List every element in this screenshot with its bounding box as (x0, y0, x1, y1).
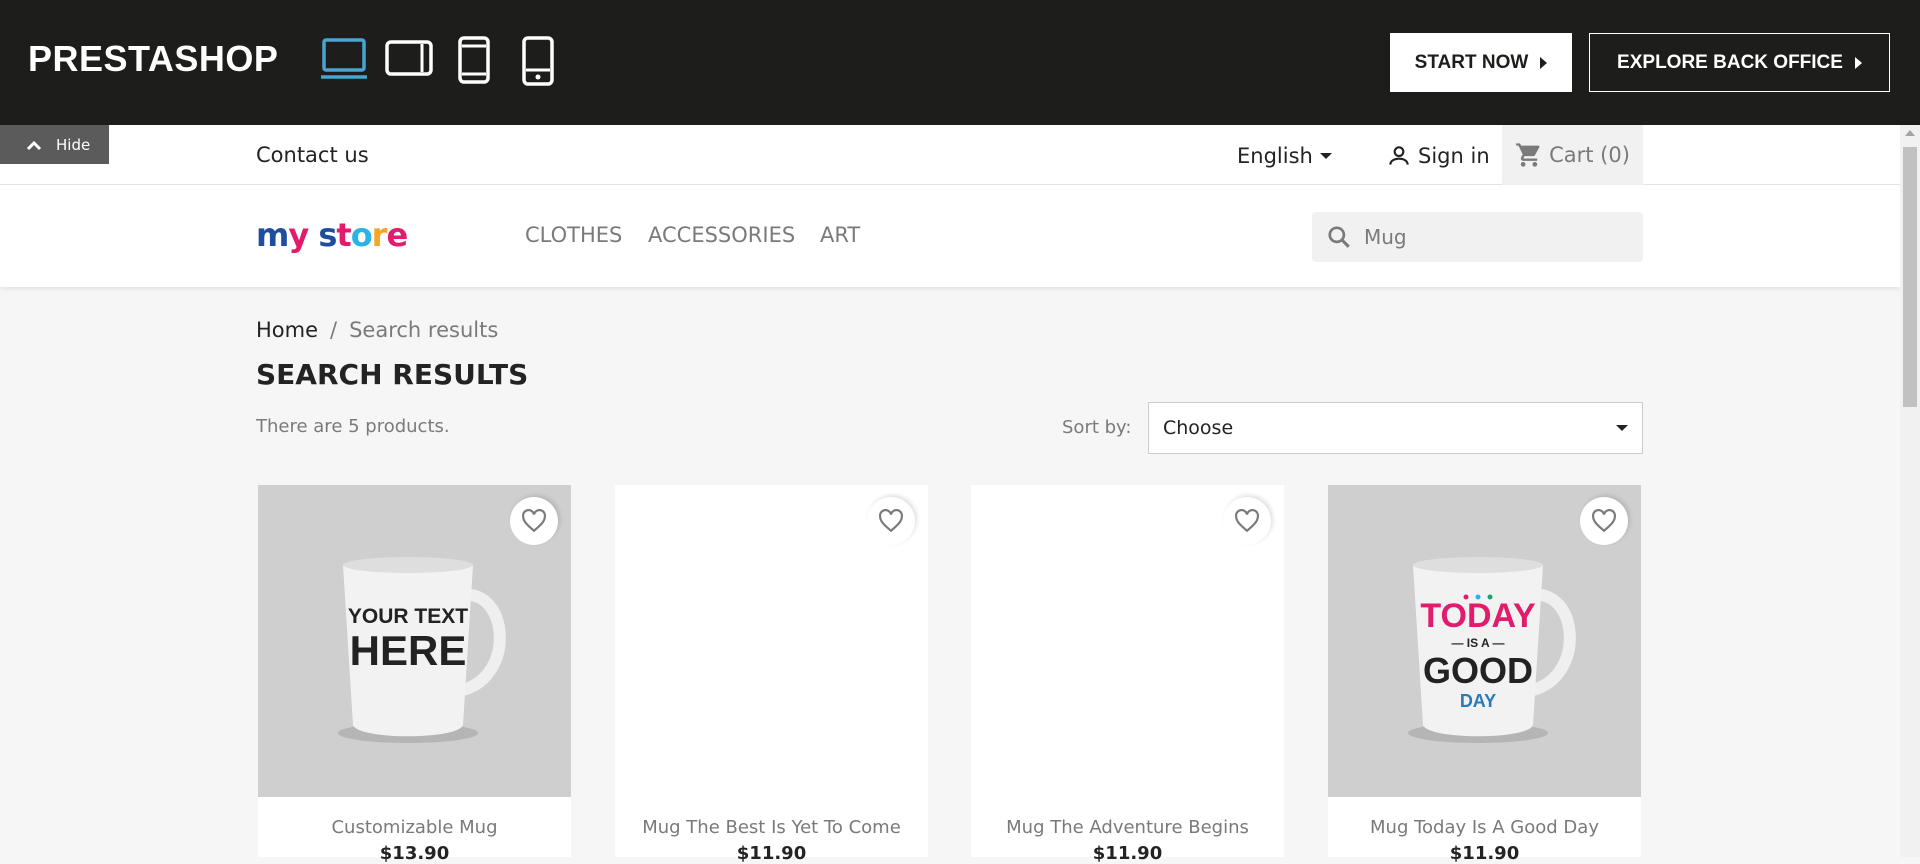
menu-accessories[interactable]: ACCESSORIES (648, 223, 795, 247)
product-card[interactable]: Mug The Adventure Begins $11.90 (971, 485, 1284, 864)
language-selector[interactable]: English (1237, 144, 1332, 168)
search-input[interactable] (1364, 225, 1604, 249)
product-price: $11.90 (736, 843, 807, 864)
mug-print-text: — IS A — (1451, 636, 1504, 650)
product-name[interactable]: Mug Today Is A Good Day (1328, 817, 1641, 838)
caret-down-icon (1616, 425, 1628, 431)
contact-us-link[interactable]: Contact us (256, 143, 369, 167)
breadcrumb-current: Search results (349, 318, 499, 342)
cart-icon (1516, 143, 1540, 167)
mobile-icon[interactable] (520, 36, 556, 90)
product-price: $11.90 (1092, 843, 1163, 864)
tablet-landscape-icon[interactable] (384, 36, 434, 86)
wishlist-button[interactable] (1223, 497, 1271, 545)
start-now-label: START NOW (1414, 51, 1529, 73)
caret-right-icon (1854, 56, 1862, 69)
search-box (1312, 212, 1643, 262)
heart-icon (1592, 509, 1616, 533)
heart-icon (522, 509, 546, 533)
mug-print-text: HERE (350, 627, 467, 674)
caret-right-icon (1540, 56, 1548, 69)
explore-label: EXPLORE BACK OFFICE (1617, 51, 1843, 73)
product-price: $13.90 (379, 843, 450, 864)
demo-toolbar: PRESTASHOP START NOW EXPLORE BACK OFFICE (0, 0, 1920, 125)
explore-back-office-button[interactable]: EXPLORE BACK OFFICE (1589, 33, 1890, 92)
store-logo[interactable]: my store (256, 216, 408, 254)
menu-clothes[interactable]: CLOTHES (525, 223, 622, 247)
page-scrollbar[interactable] (1900, 125, 1920, 857)
language-label: English (1237, 144, 1313, 168)
mug-print-text: YOUR TEXT (348, 605, 468, 628)
menu-art[interactable]: ART (820, 223, 860, 247)
page-title: SEARCH RESULTS (256, 358, 529, 391)
chevron-up-icon (26, 140, 42, 150)
breadcrumb-home[interactable]: Home (256, 318, 318, 342)
mug-print-text: TODAY (1420, 597, 1536, 635)
sign-in-link[interactable]: Sign in (1386, 143, 1490, 169)
wishlist-button[interactable] (1580, 497, 1628, 545)
sort-select[interactable]: Choose (1148, 402, 1643, 454)
sort-label: Sort by: (1062, 417, 1132, 438)
caret-down-icon (1319, 153, 1332, 159)
desktop-icon[interactable] (320, 36, 368, 86)
header-nav: Contact us English Sign in Cart (0) (0, 125, 1900, 185)
start-now-button[interactable]: START NOW (1390, 33, 1572, 92)
mug-print-text: GOOD (1423, 650, 1533, 691)
sort-value: Choose (1163, 417, 1234, 439)
product-name[interactable]: Mug The Best Is Yet To Come (615, 817, 928, 838)
wishlist-button[interactable] (510, 497, 558, 545)
breadcrumb: Home / Search results (256, 318, 498, 342)
tablet-portrait-icon[interactable] (456, 36, 492, 88)
scroll-up-arrow-icon[interactable] (1905, 130, 1915, 136)
search-icon[interactable] (1326, 224, 1352, 250)
hide-label: Hide (56, 135, 91, 154)
product-count: There are 5 products. (256, 416, 450, 437)
product-price: $11.90 (1449, 843, 1520, 864)
product-name[interactable]: Mug The Adventure Begins (971, 817, 1284, 838)
breadcrumb-separator: / (330, 318, 338, 342)
prestashop-logo[interactable]: PRESTASHOP (28, 38, 278, 80)
scrollbar-thumb[interactable] (1903, 147, 1917, 407)
user-icon (1389, 146, 1409, 165)
heart-icon (879, 509, 903, 533)
sign-in-label: Sign in (1418, 144, 1490, 168)
main-header: my store CLOTHES ACCESSORIES ART (0, 185, 1900, 287)
product-card[interactable]: YOUR TEXT HERE Customizable Mug $13.90 (258, 485, 571, 864)
product-name[interactable]: Customizable Mug (258, 817, 571, 838)
cart-button[interactable]: Cart (0) (1502, 125, 1643, 185)
product-card[interactable]: Mug The Best Is Yet To Come $11.90 (615, 485, 928, 864)
heart-icon (1235, 509, 1259, 533)
hide-toolbar-button[interactable]: Hide (0, 125, 109, 164)
cart-label: Cart (0) (1549, 143, 1630, 167)
mug-print-text: DAY (1460, 691, 1496, 711)
product-card[interactable]: TODAY — IS A — GOOD DAY Mug Today Is A G… (1328, 485, 1641, 864)
wishlist-button[interactable] (867, 497, 915, 545)
